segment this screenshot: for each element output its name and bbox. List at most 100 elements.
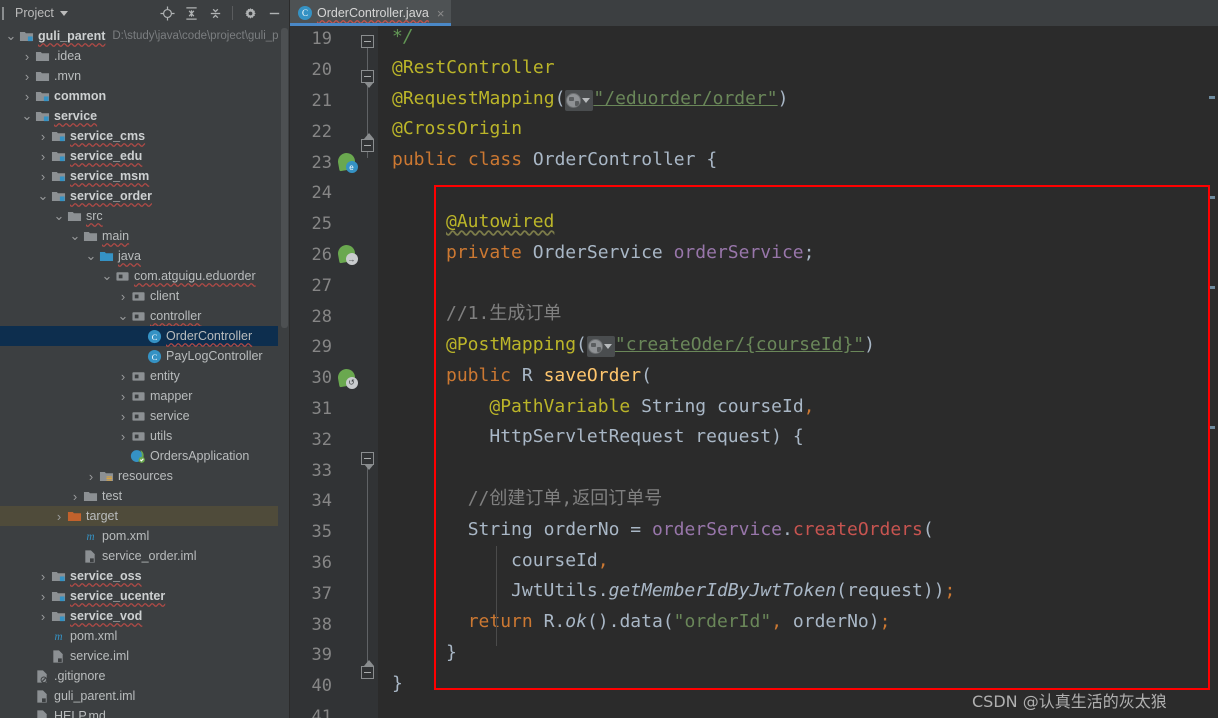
- tree-item[interactable]: › resources: [0, 466, 289, 486]
- tree-item[interactable]: ⌄ guli_parent D:\study\java\code\project\g…: [0, 26, 289, 46]
- tree-item[interactable]: › service_oss: [0, 566, 289, 586]
- code-line: @RequestMapping("/eduorder/order"): [392, 87, 789, 111]
- fold-toggle-39[interactable]: [361, 660, 374, 679]
- fold-toggle-20[interactable]: [361, 70, 374, 88]
- chevron-right-icon[interactable]: ›: [36, 129, 50, 144]
- editor-scrollbar[interactable]: [1205, 26, 1218, 718]
- chevron-down-icon[interactable]: ⌄: [4, 29, 18, 42]
- tree-item[interactable]: ⌄ com.atguigu.eduorder: [0, 266, 289, 286]
- tree-item[interactable]: OrdersApplication: [0, 446, 289, 466]
- chevron-down-icon[interactable]: ⌄: [52, 209, 66, 222]
- collapse-all-icon[interactable]: [206, 4, 224, 22]
- tree-item[interactable]: › utils: [0, 426, 289, 446]
- spring-endpoint-icon[interactable]: ↺: [336, 367, 358, 389]
- chevron-right-icon[interactable]: ›: [116, 429, 130, 444]
- module-icon: [18, 29, 34, 43]
- tree-item[interactable]: service.iml: [0, 646, 289, 666]
- scrollbar-thumb[interactable]: [281, 28, 288, 328]
- fold-toggle-19[interactable]: [361, 35, 374, 48]
- chevron-down-icon[interactable]: ⌄: [20, 109, 34, 122]
- tree-item[interactable]: › common: [0, 86, 289, 106]
- fold-toggle-32[interactable]: [361, 452, 374, 470]
- tree-item[interactable]: guli_parent.iml: [0, 686, 289, 706]
- tree-item[interactable]: m pom.xml: [0, 626, 289, 646]
- project-tree-scrollbar[interactable]: [278, 26, 289, 718]
- chevron-right-icon[interactable]: ›: [20, 69, 34, 84]
- web-endpoint-icon[interactable]: [565, 89, 594, 111]
- java-class-icon: C: [146, 349, 162, 364]
- tree-item[interactable]: › service_vod: [0, 606, 289, 626]
- chevron-right-icon[interactable]: ›: [52, 509, 66, 524]
- tree-item[interactable]: › test: [0, 486, 289, 506]
- gutter-line: 36: [290, 548, 378, 579]
- tree-item[interactable]: › .mvn: [0, 66, 289, 86]
- tree-item[interactable]: service_order.iml: [0, 546, 289, 566]
- chevron-down-icon[interactable]: ⌄: [100, 269, 114, 282]
- close-icon[interactable]: ×: [437, 7, 445, 20]
- chevron-right-icon[interactable]: ›: [20, 89, 34, 104]
- project-tree[interactable]: ⌄ guli_parent D:\study\java\code\project\g…: [0, 26, 290, 718]
- minimize-icon[interactable]: [265, 4, 283, 22]
- spring-autowired-icon[interactable]: →: [336, 244, 358, 266]
- chevron-right-icon[interactable]: ›: [36, 169, 50, 184]
- chevron-right-icon[interactable]: ›: [116, 369, 130, 384]
- chevron-right-icon[interactable]: ›: [116, 409, 130, 424]
- tree-item[interactable]: › service_edu: [0, 146, 289, 166]
- tree-item[interactable]: HELP.md: [0, 706, 289, 718]
- editor-gutter[interactable]: 19 20 21 22 23 e 24 25 26 → 27 28 29 30 ↺ 31 32 33 34 35 36 3…: [290, 26, 378, 718]
- code-text[interactable]: */ @RestController @RequestMapping("/eduor…: [378, 26, 1218, 718]
- module-icon: [50, 589, 66, 603]
- tree-item-selected[interactable]: C OrderController: [0, 326, 289, 346]
- tree-item[interactable]: › target: [0, 506, 289, 526]
- tree-item-label: com.atguigu.eduorder: [134, 269, 256, 283]
- target-folder-icon: [66, 509, 82, 523]
- tree-item-label: resources: [118, 469, 173, 483]
- web-endpoint-icon[interactable]: [586, 336, 615, 357]
- tree-item[interactable]: › service: [0, 406, 289, 426]
- tree-item[interactable]: C PayLogController: [0, 346, 289, 366]
- tree-item[interactable]: ⌄ main: [0, 226, 289, 246]
- chevron-right-icon[interactable]: ›: [36, 569, 50, 584]
- tree-item-label: service: [150, 409, 190, 423]
- tree-item[interactable]: › mapper: [0, 386, 289, 406]
- tree-item[interactable]: .gitignore: [0, 666, 289, 686]
- chevron-down-icon[interactable]: ⌄: [116, 309, 130, 322]
- tree-item[interactable]: › client: [0, 286, 289, 306]
- chevron-right-icon[interactable]: ›: [84, 469, 98, 484]
- tree-item[interactable]: m pom.xml: [0, 526, 289, 546]
- expand-all-icon[interactable]: [182, 4, 200, 22]
- code-editor[interactable]: 19 20 21 22 23 e 24 25 26 → 27 28 29 30 ↺ 31 32 33 34 35 36 3…: [290, 26, 1218, 718]
- chevron-down-icon[interactable]: ⌄: [84, 249, 98, 262]
- svg-text:C: C: [151, 331, 157, 341]
- tree-item[interactable]: › .idea: [0, 46, 289, 66]
- chevron-right-icon[interactable]: ›: [116, 389, 130, 404]
- tree-item[interactable]: › entity: [0, 366, 289, 386]
- chevron-right-icon[interactable]: ›: [20, 49, 34, 64]
- tree-item[interactable]: ⌄ service: [0, 106, 289, 126]
- line-number: 40: [311, 676, 332, 697]
- spring-bean-icon[interactable]: e: [336, 151, 358, 174]
- chevron-down-icon[interactable]: ⌄: [68, 229, 82, 242]
- tree-item[interactable]: ⌄ java: [0, 246, 289, 266]
- tree-item[interactable]: › service_cms: [0, 126, 289, 146]
- tree-item[interactable]: ⌄ service_order: [0, 186, 289, 206]
- chevron-down-icon[interactable]: [59, 10, 68, 16]
- chevron-right-icon[interactable]: ›: [116, 289, 130, 304]
- settings-gear-icon[interactable]: [241, 4, 259, 22]
- tab-order-controller[interactable]: C OrderController.java ×: [290, 0, 452, 26]
- tree-item[interactable]: › service_ucenter: [0, 586, 289, 606]
- chevron-right-icon[interactable]: ›: [36, 589, 50, 604]
- tree-item-label: PayLogController: [166, 349, 263, 363]
- tree-item[interactable]: ⌄ src: [0, 206, 289, 226]
- fold-toggle-22[interactable]: [361, 133, 374, 152]
- locate-icon[interactable]: [158, 4, 176, 22]
- chevron-down-icon[interactable]: ⌄: [36, 189, 50, 202]
- module-icon: [50, 149, 66, 163]
- tree-item[interactable]: ⌄ controller: [0, 306, 289, 326]
- line-number: 35: [311, 522, 332, 543]
- code-line: @PathVariable String courseId,: [489, 395, 815, 417]
- tree-item[interactable]: › service_msm: [0, 166, 289, 186]
- chevron-right-icon[interactable]: ›: [36, 149, 50, 164]
- chevron-right-icon[interactable]: ›: [36, 609, 50, 624]
- chevron-right-icon[interactable]: ›: [68, 489, 82, 504]
